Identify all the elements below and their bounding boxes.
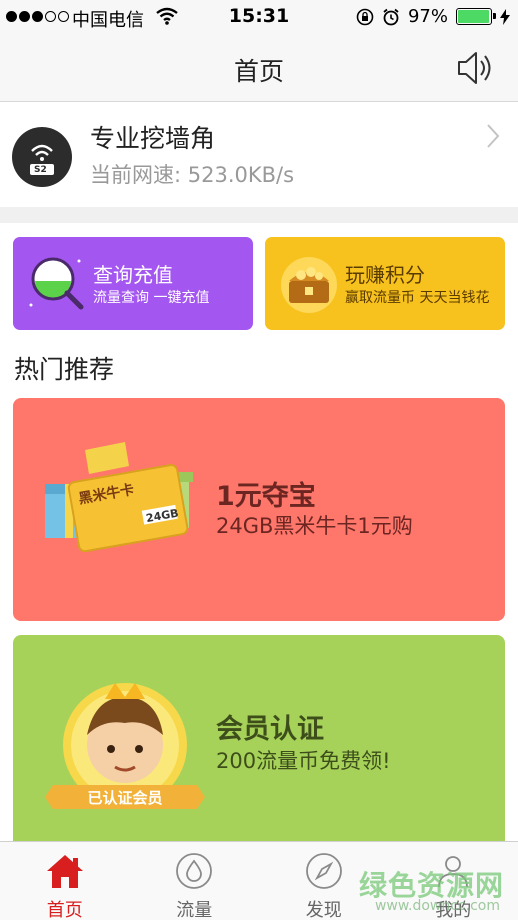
- tile-subtitle: 流量查询 一键充值: [93, 290, 210, 306]
- device-badge: S2: [34, 165, 47, 175]
- magnifier-icon: [29, 257, 84, 310]
- tab-home[interactable]: 首页: [0, 842, 130, 920]
- battery-icon: [456, 8, 496, 25]
- promo-subtitle: 24GB黑米牛卡1元购: [216, 514, 413, 538]
- home-icon: [46, 855, 83, 888]
- earn-points-tile[interactable]: 玩赚积分 赢取流量币 天天当钱花: [265, 237, 505, 330]
- tile-title: 玩赚积分: [345, 263, 425, 287]
- alarm-icon: [383, 8, 399, 25]
- device-name: 专业挖墙角: [90, 124, 216, 153]
- treasure-chest-icon: [281, 257, 337, 313]
- promo-card-treasure[interactable]: 黑米牛卡 24GB 1元夺宝 24GB黑米牛卡1元购: [13, 398, 505, 621]
- speaker-icon[interactable]: [456, 50, 496, 86]
- query-recharge-tile[interactable]: 查询充值 流量查询 一键充值: [13, 237, 253, 330]
- tab-label: 首页: [46, 900, 83, 920]
- member-badge-illustration: 已认证会员: [45, 683, 205, 809]
- battery-percent: 97%: [407, 6, 448, 27]
- badge-text: 已认证会员: [87, 789, 162, 807]
- chevron-right-icon[interactable]: [486, 123, 500, 149]
- page-title: 首页: [233, 57, 284, 86]
- section-divider: [0, 207, 518, 223]
- device-card[interactable]: S2 专业挖墙角 当前网速: 523.0KB/s: [0, 103, 518, 207]
- promo-subtitle: 200流量币免费领!: [216, 749, 391, 773]
- promo-card-member[interactable]: 已认证会员 会员认证 200流量币免费领!: [13, 635, 505, 845]
- nav-bar: 首页: [0, 34, 518, 102]
- rotation-lock-icon: [356, 8, 374, 25]
- gift-card-illustration: 黑米牛卡 24GB: [45, 442, 193, 553]
- status-bar: 中国电信 15:31 97%: [0, 0, 518, 34]
- device-speed: 当前网速: 523.0KB/s: [90, 163, 295, 187]
- promo-title: 会员认证: [216, 714, 324, 745]
- compass-icon: [305, 853, 342, 889]
- tab-label: 流量: [176, 900, 213, 920]
- router-icon: S2: [12, 127, 72, 187]
- section-title: 热门推荐: [14, 355, 115, 384]
- promo-title: 1元夺宝: [216, 481, 316, 512]
- tile-title: 查询充值: [93, 263, 173, 287]
- tile-subtitle: 赢取流量币 天天当钱花: [345, 290, 490, 306]
- watermark-url: www.downcc.com: [374, 898, 500, 914]
- charging-icon: [500, 8, 510, 25]
- drop-icon: [176, 853, 213, 889]
- tab-traffic[interactable]: 流量: [130, 842, 260, 920]
